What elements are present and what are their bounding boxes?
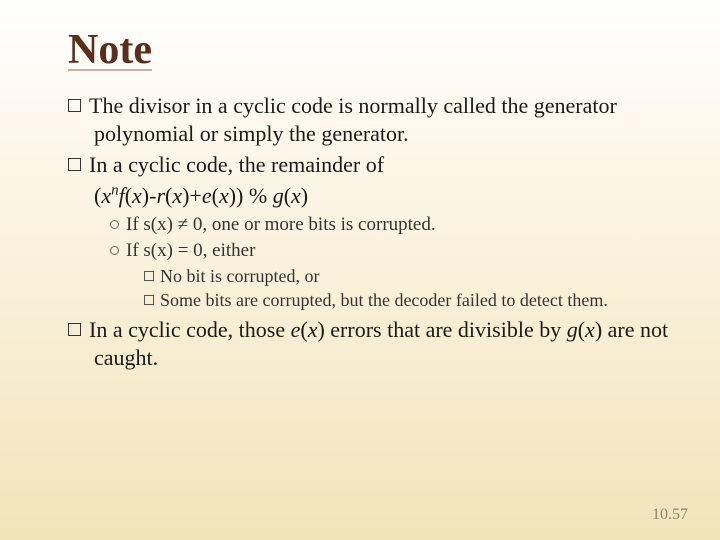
remainder-formula: (xnf(x)-r(x)+e(x)) % g(x) [68, 183, 672, 209]
circle-bullet-icon [110, 246, 119, 255]
subsub-text: No bit is corrupted, or [160, 266, 319, 286]
fp: n [111, 182, 118, 198]
square-bullet-icon [68, 99, 81, 112]
sub-bullet-text: If s(x) ≠ 0, one or more bits is corrupt… [126, 214, 436, 235]
fp: )) % [229, 183, 273, 208]
bullet-lead: The [89, 93, 123, 118]
fp: r [156, 183, 165, 208]
fp: ( [125, 183, 132, 208]
bt: a cyclic code, those [107, 317, 290, 342]
fp: x [291, 183, 301, 208]
subsub-no-corruption: No bit is corrupted, or [68, 265, 672, 288]
subsub-undetected: Some bits are corrupted, but the decoder… [68, 289, 672, 312]
bullet-not-caught: In a cyclic code, those e(x) errors that… [68, 316, 672, 371]
fp: x [219, 183, 229, 208]
fp: ( [212, 183, 219, 208]
bt: g [567, 317, 578, 342]
fp: e [202, 183, 212, 208]
fp: )- [142, 183, 157, 208]
fp: x [132, 183, 142, 208]
bt: ( [300, 317, 307, 342]
fp: ) [301, 183, 308, 208]
bullet-remainder: In a cyclic code, the remainder of [68, 151, 672, 179]
bullet-lead: In [89, 317, 107, 342]
bt: x [585, 317, 595, 342]
slide-title: Note [68, 26, 672, 74]
bullet-text: a cyclic code, the remainder of [107, 152, 384, 177]
sub-bullet-text: If s(x) = 0, either [126, 240, 255, 261]
bullet-text: divisor in a cyclic code is normally cal… [94, 93, 617, 146]
bt: e [291, 317, 301, 342]
slide-number: 10.57 [652, 506, 688, 524]
slide: Note The divisor in a cyclic code is nor… [0, 0, 720, 540]
fp: )+ [182, 183, 202, 208]
bullet-generator: The divisor in a cyclic code is normally… [68, 92, 672, 147]
fp: ( [284, 183, 291, 208]
small-square-bullet-icon [144, 271, 154, 281]
fp: x [101, 183, 111, 208]
fp: g [273, 183, 284, 208]
bt: x [308, 317, 318, 342]
small-square-bullet-icon [144, 295, 154, 305]
square-bullet-icon [68, 323, 81, 336]
sub-bullet-sx-nonzero: If s(x) ≠ 0, one or more bits is corrupt… [68, 213, 672, 237]
circle-bullet-icon [110, 220, 119, 229]
bt: errors that are divisible by [325, 317, 567, 342]
fp: x [172, 183, 182, 208]
subsub-text: Some bits are corrupted, but the decoder… [160, 290, 608, 310]
bt: ( [578, 317, 585, 342]
sub-bullet-sx-zero: If s(x) = 0, either [68, 239, 672, 263]
bullet-lead: In [89, 152, 107, 177]
bt: ) [317, 317, 324, 342]
square-bullet-icon [68, 158, 81, 171]
